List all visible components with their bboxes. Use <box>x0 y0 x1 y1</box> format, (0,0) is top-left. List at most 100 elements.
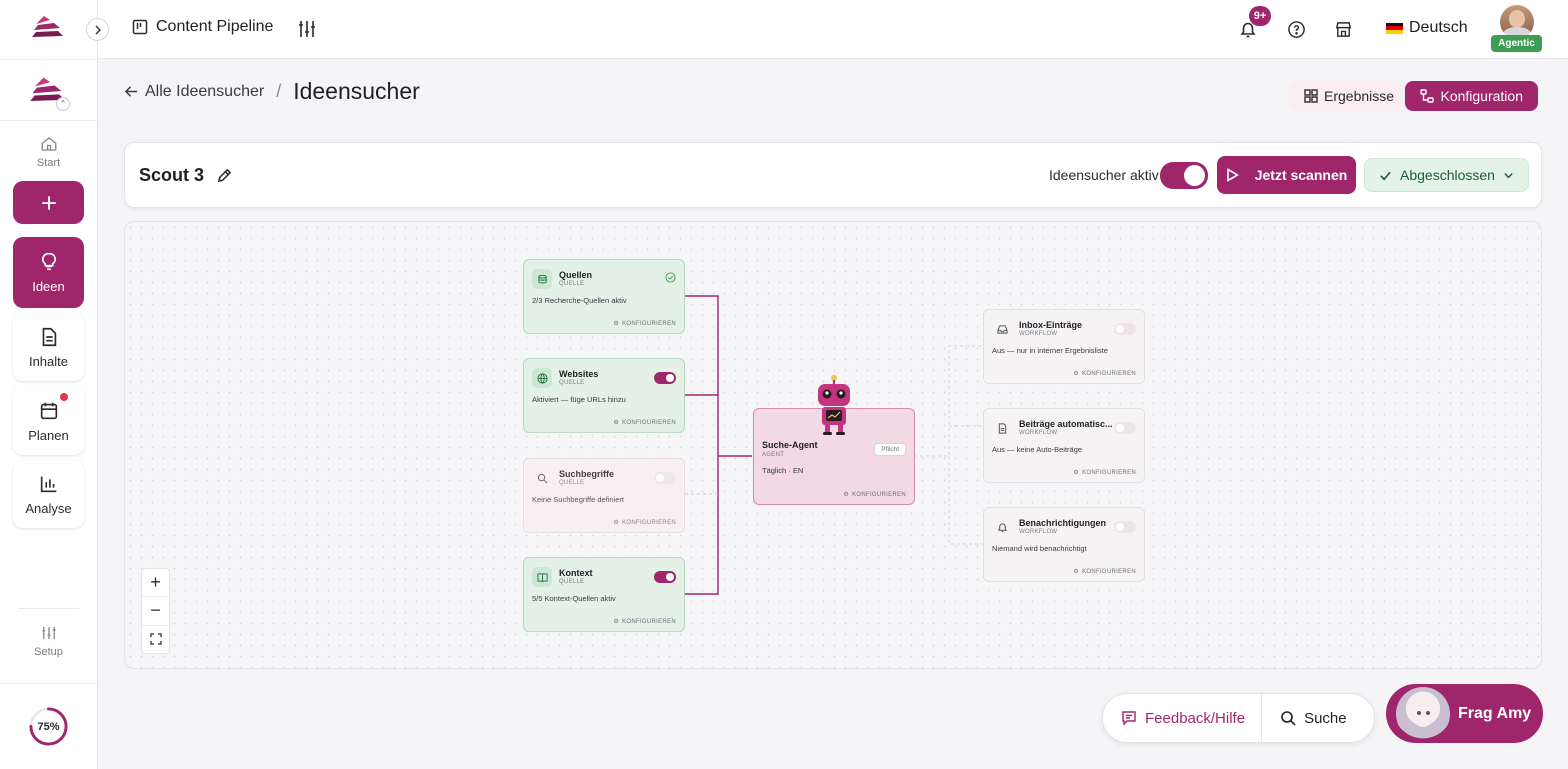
tab-label: Ergebnisse <box>1324 88 1395 104</box>
configure-link[interactable]: ⚙ KONFIGURIEREN <box>613 419 676 427</box>
back-link[interactable]: Alle Ideensucher <box>124 83 264 101</box>
sidebar-item-ideen[interactable]: Ideen <box>13 237 84 308</box>
plus-icon <box>41 195 56 210</box>
help-icon[interactable] <box>1287 20 1306 39</box>
feedback-icon <box>1122 711 1136 726</box>
workspace-switch-icon[interactable]: ⌃ <box>56 97 70 111</box>
node-type: WORKFLOW <box>1019 529 1058 535</box>
check-circle-icon <box>665 272 676 283</box>
gear-icon: ⚙ <box>613 420 620 426</box>
configure-link[interactable]: ⚙ KONFIGURIEREN <box>613 320 676 328</box>
german-flag-icon <box>1386 22 1403 34</box>
workflow-node-inbox[interactable]: Inbox-Einträge WORKFLOW Aus — nur in int… <box>983 309 1145 384</box>
source-node-websites[interactable]: Websites QUELLE Aktiviert — füge URLs hi… <box>523 358 685 433</box>
tab-konfiguration[interactable]: Konfiguration <box>1405 81 1538 111</box>
node-description: Aktiviert — füge URLs hinzu <box>532 395 626 404</box>
sidebar-divider <box>0 59 97 60</box>
help-search-pill: Feedback/Hilfe Suche <box>1102 693 1375 743</box>
robot-icon <box>818 375 850 435</box>
sidebar-item-analyse[interactable]: Analyse <box>13 460 84 528</box>
feedback-help-button[interactable]: Feedback/Hilfe <box>1103 694 1263 742</box>
configure-label: KONFIGURIEREN <box>852 491 906 498</box>
search-icon <box>1281 711 1296 726</box>
language-label: Deutsch <box>1409 19 1468 36</box>
lightbulb-icon <box>41 252 56 271</box>
configure-label: KONFIGURIEREN <box>622 419 676 426</box>
fullscreen-icon <box>149 633 162 645</box>
source-node-quellen[interactable]: Quellen QUELLE 2/3 Recherche-Quellen akt… <box>523 259 685 334</box>
configure-link[interactable]: ⚙ KONFIGURIEREN <box>1073 469 1136 477</box>
home-icon <box>41 137 56 151</box>
status-dropdown[interactable]: Abgeschlossen <box>1364 158 1529 192</box>
sidebar-item-start[interactable]: Start <box>13 135 84 169</box>
calendar-icon <box>40 402 57 419</box>
sidebar-item-setup[interactable]: Setup <box>13 624 84 658</box>
node-toggle[interactable] <box>1114 323 1136 335</box>
inbox-icon <box>992 319 1012 339</box>
sidebar-divider <box>0 683 97 684</box>
tab-label: Konfiguration <box>1440 88 1523 104</box>
node-toggle[interactable] <box>1114 521 1136 533</box>
notification-count-badge: 9+ <box>1249 6 1271 26</box>
node-toggle[interactable] <box>654 472 676 484</box>
pencil-icon[interactable] <box>216 167 233 184</box>
sidebar-toggle-button[interactable] <box>86 18 109 41</box>
user-avatar[interactable] <box>1500 5 1534 39</box>
book-icon <box>532 567 552 587</box>
zoom-out-button[interactable]: − <box>142 597 169 626</box>
scout-title: Scout 3 <box>139 165 233 186</box>
gear-icon: ⚙ <box>1073 569 1080 575</box>
scout-active-toggle[interactable] <box>1160 162 1208 189</box>
globe-icon <box>532 368 552 388</box>
gear-icon: ⚙ <box>613 321 620 327</box>
configure-link[interactable]: ⚙ KONFIGURIEREN <box>613 519 676 527</box>
configure-label: KONFIGURIEREN <box>1082 370 1136 377</box>
configure-link[interactable]: ⚙ KONFIGURIEREN <box>843 491 906 499</box>
node-title: Inbox-Einträge <box>1019 320 1083 330</box>
zoom-controls: + − <box>141 568 170 654</box>
configure-link[interactable]: ⚙ KONFIGURIEREN <box>1073 568 1136 576</box>
brand-logo-icon[interactable] <box>30 14 66 42</box>
kanban-icon <box>132 19 148 35</box>
fit-view-button[interactable] <box>142 626 169 653</box>
gear-icon: ⚙ <box>1073 371 1080 377</box>
source-node-suchbegriffe[interactable]: Suchbegriffe QUELLE Keine Suchbegriffe d… <box>523 458 685 533</box>
plus-icon: + <box>150 572 161 593</box>
user-role-badge: Agentic <box>1491 35 1542 52</box>
store-icon[interactable] <box>1334 20 1353 39</box>
sidebar-item-inhalte[interactable]: Inhalte <box>13 313 84 381</box>
bar-chart-icon <box>40 476 56 492</box>
feedback-label: Feedback/Hilfe <box>1145 709 1246 727</box>
sidebar-divider <box>0 120 97 121</box>
configure-link[interactable]: ⚙ KONFIGURIEREN <box>1073 370 1136 378</box>
node-title: Beiträge automatisc... <box>1019 419 1113 429</box>
sidebar-item-planen[interactable]: Planen <box>13 387 84 455</box>
scout-name: Scout 3 <box>139 165 205 185</box>
create-button[interactable] <box>13 181 84 224</box>
scan-now-button[interactable]: Jetzt scannen <box>1217 156 1356 194</box>
document-icon <box>42 327 56 346</box>
zoom-in-button[interactable]: + <box>142 569 169 598</box>
node-toggle[interactable] <box>654 372 676 384</box>
search-button[interactable]: Suche <box>1262 710 1365 727</box>
node-toggle[interactable] <box>1114 422 1136 434</box>
bell-icon <box>992 517 1012 537</box>
node-type: QUELLE <box>559 579 585 585</box>
app-switcher[interactable]: Content Pipeline <box>132 18 273 36</box>
node-title: Benachrichtigungen <box>1019 518 1107 528</box>
configure-link[interactable]: ⚙ KONFIGURIEREN <box>613 618 676 626</box>
language-selector[interactable]: Deutsch <box>1386 19 1468 37</box>
tab-ergebnisse[interactable]: Ergebnisse <box>1304 88 1394 104</box>
check-icon <box>1380 171 1391 180</box>
gear-icon: ⚙ <box>1073 470 1080 476</box>
filter-settings-icon[interactable] <box>298 19 316 39</box>
scout-header-card: Scout 3 Ideensucher aktiv Jetzt scannen … <box>124 142 1542 208</box>
flow-canvas[interactable]: Quellen QUELLE 2/3 Recherche-Quellen akt… <box>124 221 1542 669</box>
play-icon <box>1226 168 1239 182</box>
workflow-node-notifications[interactable]: Benachrichtigungen WORKFLOW Niemand wird… <box>983 507 1145 582</box>
source-node-kontext[interactable]: Kontext QUELLE 5/5 Kontext-Quellen aktiv… <box>523 557 685 632</box>
ask-amy-button[interactable]: Frag Amy <box>1386 684 1543 743</box>
node-toggle[interactable] <box>654 571 676 583</box>
workflow-node-auto-posts[interactable]: Beiträge automatisc... WORKFLOW Aus — ke… <box>983 408 1145 483</box>
gear-icon: ⚙ <box>843 492 850 498</box>
